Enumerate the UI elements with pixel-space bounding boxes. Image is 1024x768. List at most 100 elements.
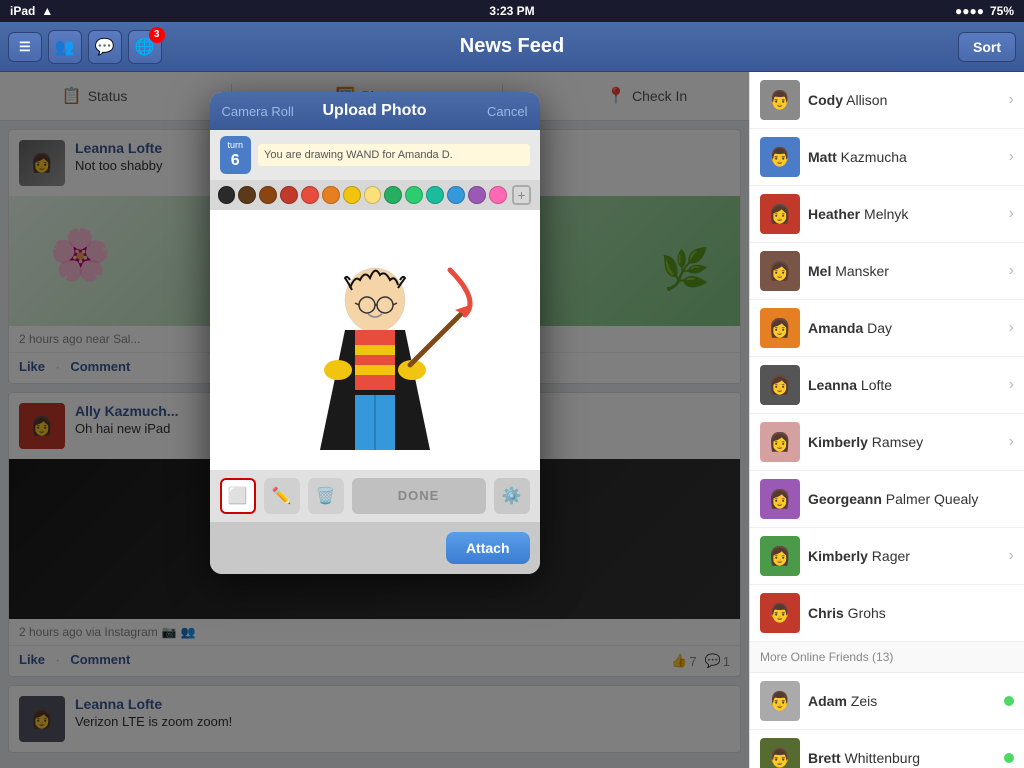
upload-photo-modal: Camera Roll Upload Photo Cancel turn 6 Y… — [210, 92, 540, 574]
menu-button[interactable]: ☰ — [8, 32, 42, 62]
online-friends-list: 👨 Adam Zeis 👨 Brett Whittenburg 👩 Cheryl… — [750, 673, 1024, 768]
right-sidebar: 👨 Cody Allison › 👨 Matt Kazmucha › 👩 Hea… — [749, 72, 1024, 768]
avatar-matt: 👨 — [760, 137, 800, 177]
nav-bar: ☰ 👥 💬 🌐 3 News Feed Sort — [0, 22, 1024, 72]
turn-badge: turn 6 — [220, 136, 252, 174]
color-darkgreen[interactable] — [384, 186, 402, 204]
modal-title: Upload Photo — [323, 102, 427, 120]
modal-cancel-button[interactable]: Cancel — [487, 104, 527, 119]
sidebar-item-brett[interactable]: 👨 Brett Whittenburg — [750, 730, 1024, 768]
messages-button[interactable]: 💬 — [88, 30, 122, 64]
sidebar-item-chris[interactable]: 👨 Chris Grohs — [750, 585, 1024, 642]
name-amanda: Amanda Day — [808, 320, 892, 336]
pencil-button[interactable]: ✏️ — [264, 478, 300, 514]
sidebar-item-mel[interactable]: 👩 Mel Mansker › — [750, 243, 1024, 300]
drawing-toolbar: turn 6 You are drawing WAND for Amanda D… — [210, 130, 540, 180]
chevron-leanna: › — [1009, 376, 1014, 394]
trash-button[interactable]: 🗑️ — [308, 478, 344, 514]
name-brett: Brett Whittenburg — [808, 750, 920, 766]
chevron-amanda: › — [1009, 319, 1014, 337]
color-orange[interactable] — [322, 186, 340, 204]
name-adam: Adam Zeis — [808, 693, 877, 709]
color-purple[interactable] — [468, 186, 486, 204]
color-darkbrown[interactable] — [238, 186, 256, 204]
sidebar-item-matt[interactable]: 👨 Matt Kazmucha › — [750, 129, 1024, 186]
modal-overlay: Camera Roll Upload Photo Cancel turn 6 Y… — [0, 72, 749, 768]
palette-add-button[interactable]: + — [512, 185, 532, 205]
modal-header: Camera Roll Upload Photo Cancel — [210, 92, 540, 130]
gear-icon: ⚙️ — [502, 486, 522, 506]
sidebar-item-kimberly-ramsey[interactable]: 👩 Kimberly Ramsey › — [750, 414, 1024, 471]
menu-icon: ☰ — [19, 39, 31, 55]
name-leanna: Leanna Lofte — [808, 377, 892, 393]
notifications-button[interactable]: 🌐 3 — [128, 30, 162, 64]
name-chris: Chris Grohs — [808, 605, 886, 621]
eraser-button[interactable]: ⬜ — [220, 478, 256, 514]
name-mel: Mel Mansker — [808, 263, 889, 279]
offline-friends-list: 👨 Cody Allison › 👨 Matt Kazmucha › 👩 Hea… — [750, 72, 1024, 642]
avatar-heather: 👩 — [760, 194, 800, 234]
wifi-icon: ▲ — [41, 4, 53, 18]
color-red[interactable] — [301, 186, 319, 204]
chevron-matt: › — [1009, 148, 1014, 166]
chevron-kimberly-ramsey: › — [1009, 433, 1014, 451]
avatar-cody: 👨 — [760, 80, 800, 120]
sidebar-item-heather[interactable]: 👩 Heather Melnyk › — [750, 186, 1024, 243]
device-label: iPad — [10, 4, 35, 18]
settings-button[interactable]: ⚙️ — [494, 478, 530, 514]
sidebar-item-kimberly-rager[interactable]: 👩 Kimberly Rager › — [750, 528, 1024, 585]
attach-button[interactable]: Attach — [446, 532, 530, 564]
avatar-leanna: 👩 — [760, 365, 800, 405]
sidebar-item-leanna[interactable]: 👩 Leanna Lofte › — [750, 357, 1024, 414]
drawing-prompt: You are drawing WAND for Amanda D. — [258, 144, 529, 166]
color-darkred[interactable] — [280, 186, 298, 204]
online-indicator-brett — [1004, 753, 1014, 763]
trash-icon: 🗑️ — [316, 486, 336, 506]
notification-badge: 3 — [149, 27, 165, 43]
attach-bar: Attach — [210, 522, 540, 574]
color-brown[interactable] — [259, 186, 277, 204]
name-kimberly-rager: Kimberly Rager — [808, 548, 910, 564]
sidebar-item-georgeann[interactable]: 👩 Georgeann Palmer Quealy — [750, 471, 1024, 528]
avatar-georgeann: 👩 — [760, 479, 800, 519]
color-palette: + — [210, 180, 540, 210]
online-indicator-adam — [1004, 696, 1014, 706]
feed-area: 📋 Status 🖼️ Photo 📍 Check In 👩 Leanna — [0, 72, 749, 768]
main-layout: 📋 Status 🖼️ Photo 📍 Check In 👩 Leanna — [0, 72, 1024, 768]
avatar-kimberly-ramsey: 👩 — [760, 422, 800, 462]
nav-right: Sort — [958, 32, 1016, 62]
drawing-bottom-bar: ⬜ ✏️ 🗑️ DONE ⚙️ — [210, 470, 540, 522]
color-green[interactable] — [405, 186, 423, 204]
avatar-adam: 👨 — [760, 681, 800, 721]
done-label: DONE — [398, 488, 440, 503]
name-heather: Heather Melnyk — [808, 206, 908, 222]
avatar-brett: 👨 — [760, 738, 800, 768]
avatar-amanda: 👩 — [760, 308, 800, 348]
camera-roll-button[interactable]: Camera Roll — [222, 104, 294, 119]
color-blue[interactable] — [447, 186, 465, 204]
sort-button[interactable]: Sort — [958, 32, 1016, 62]
color-lightyellow[interactable] — [364, 186, 382, 204]
name-cody: Cody Allison — [808, 92, 887, 108]
chevron-heather: › — [1009, 205, 1014, 223]
color-teal[interactable] — [426, 186, 444, 204]
turn-label: turn — [228, 140, 244, 151]
online-section-header: More Online Friends (13) — [750, 642, 1024, 673]
turn-number: 6 — [228, 151, 244, 170]
sidebar-item-amanda[interactable]: 👩 Amanda Day › — [750, 300, 1024, 357]
drawing-svg — [210, 210, 540, 470]
status-time: 3:23 PM — [489, 4, 534, 18]
friends-button[interactable]: 👥 — [48, 30, 82, 64]
chevron-cody: › — [1009, 91, 1014, 109]
color-black[interactable] — [218, 186, 236, 204]
sidebar-item-adam[interactable]: 👨 Adam Zeis — [750, 673, 1024, 730]
pencil-icon: ✏️ — [272, 486, 292, 506]
color-yellow[interactable] — [343, 186, 361, 204]
page-title: News Feed — [460, 35, 564, 58]
color-pink[interactable] — [489, 186, 507, 204]
done-button[interactable]: DONE — [352, 478, 486, 514]
name-kimberly-ramsey: Kimberly Ramsey — [808, 434, 923, 450]
drawing-canvas[interactable] — [210, 210, 540, 470]
sidebar-item-cody[interactable]: 👨 Cody Allison › — [750, 72, 1024, 129]
chevron-kimberly-rager: › — [1009, 547, 1014, 565]
